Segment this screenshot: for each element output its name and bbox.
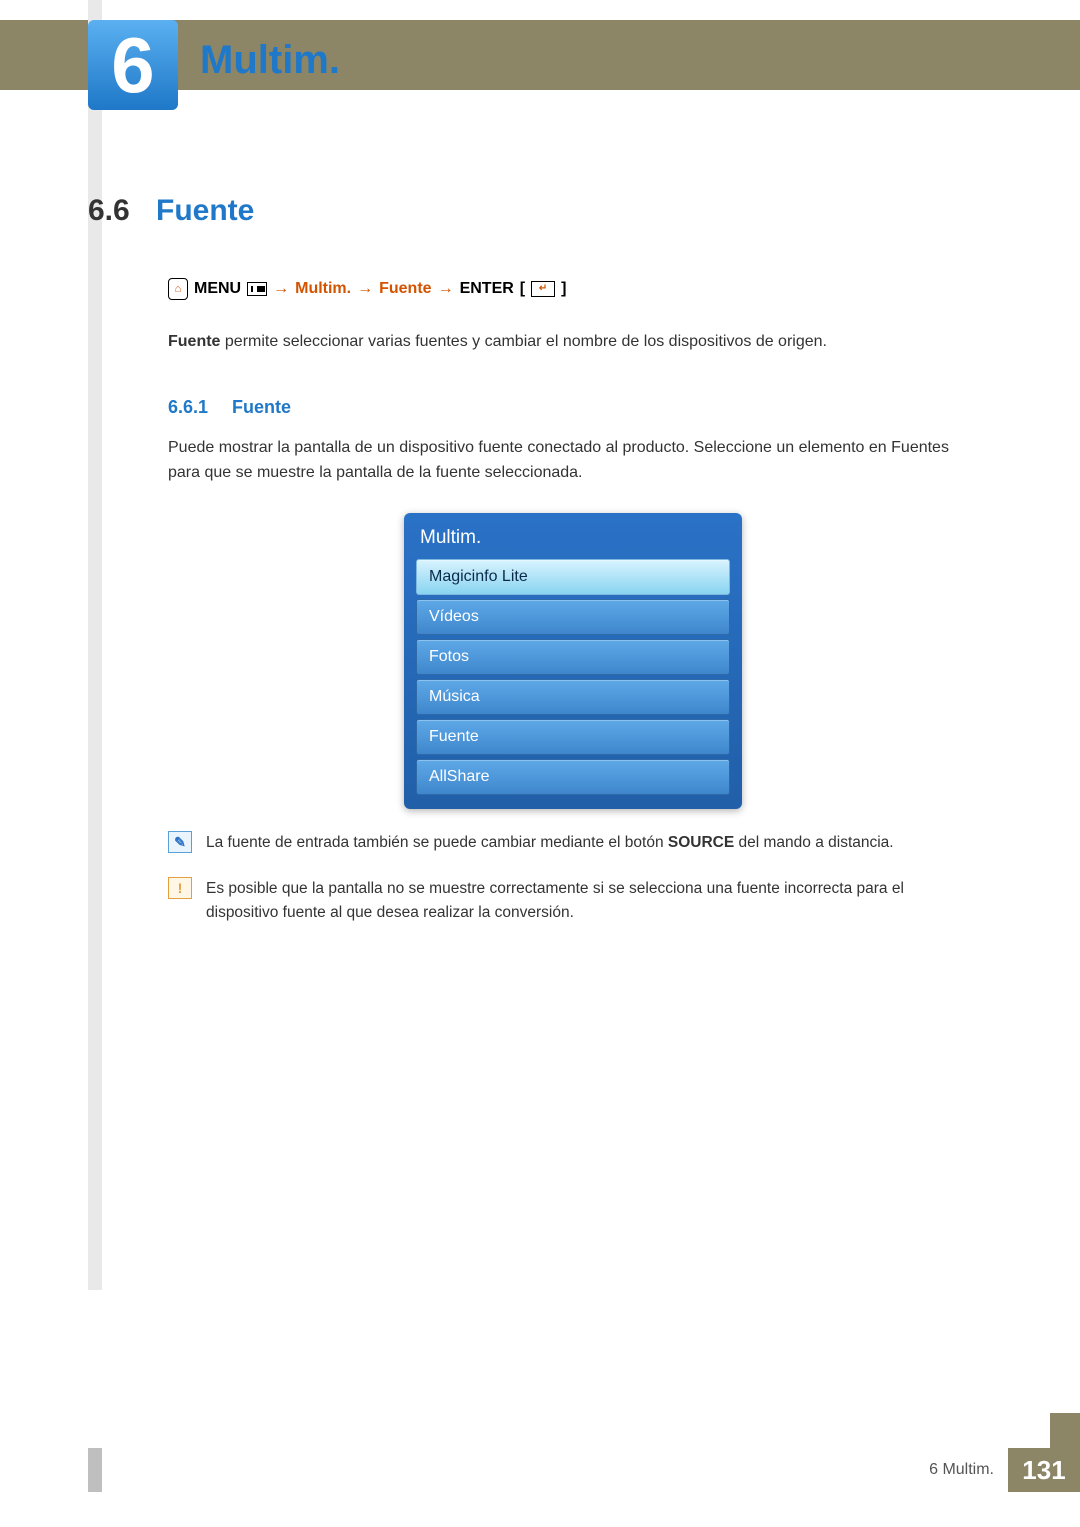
section-number: 6.6 [88,194,156,228]
menu-item[interactable]: Fotos [416,639,730,675]
chapter-number-block: 6 [88,20,178,110]
subsection-heading: 6.6.1 Fuente [168,397,978,418]
footer-chapter-label: 6 Multim. [929,1461,994,1479]
intro-bold: Fuente [168,333,220,350]
footer-right-stripe [1050,1413,1080,1457]
chapter-title: Multim. [200,38,340,83]
subsection-intro: Puede mostrar la pantalla de un disposit… [168,436,978,486]
menu-icon [247,282,267,296]
intro-text: permite seleccionar varias fuentes y cam… [225,333,827,350]
menu-item[interactable]: Magicinfo Lite [416,559,730,595]
note-warn-text: Es posible que la pantalla no se muestre… [206,877,978,925]
subsection-title: Fuente [232,397,291,418]
menu-item[interactable]: AllShare [416,759,730,795]
nav-arrow: → [357,280,373,298]
menu-item[interactable]: Música [416,679,730,715]
nav-menu-label: MENU [194,280,241,298]
enter-icon: ↵ [531,281,555,297]
nav-enter-label: ENTER [460,280,514,298]
remote-icon: ⌂ [168,278,188,300]
menu-item[interactable]: Vídeos [416,599,730,635]
menu-item[interactable]: Fuente [416,719,730,755]
subsection-number: 6.6.1 [168,397,232,418]
section-heading: 6.6 Fuente [88,194,978,228]
note-info-icon: ✎ [168,831,192,853]
footer-bar: 6 Multim. 131 [0,1448,1080,1492]
note-info-text: La fuente de entrada también se puede ca… [206,831,894,855]
onscreen-menu-panel: Multim. Magicinfo Lite Vídeos Fotos Músi… [404,513,742,809]
nav-arrow: → [273,280,289,298]
menu-navigation-path: ⌂ MENU → Multim. → Fuente → ENTER [ ↵ ] [168,278,978,300]
nav-seg-multim: Multim. [295,280,351,298]
menu-panel-title: Multim. [416,527,730,559]
nav-arrow: → [438,280,454,298]
note-warn-icon: ! [168,877,192,899]
section-title: Fuente [156,194,254,228]
nav-bracket: [ [520,280,525,298]
note-info-row: ✎ La fuente de entrada también se puede … [168,831,978,855]
nav-bracket: ] [561,280,566,298]
note-warn-row: ! Es posible que la pantalla no se muest… [168,877,978,925]
nav-seg-fuente: Fuente [379,280,431,298]
